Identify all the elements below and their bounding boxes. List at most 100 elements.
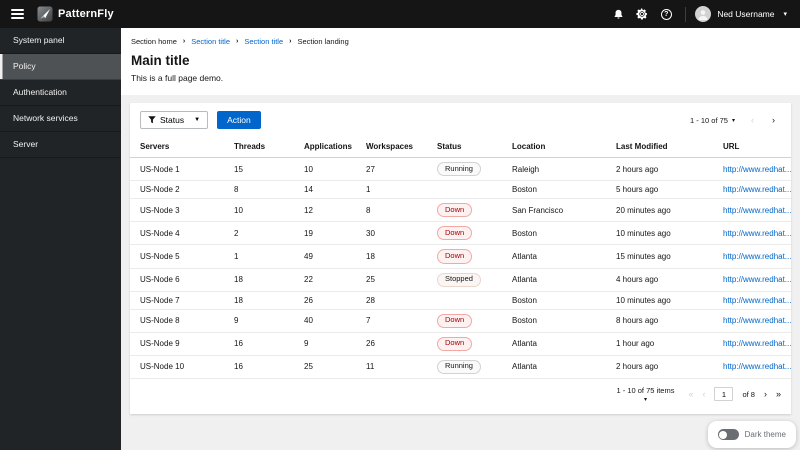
table-row: US-Node 2 8 14 1 Boston 5 hours ago http://www… [130, 180, 791, 200]
settings-gear-icon[interactable] [630, 0, 654, 28]
cell-server: US-Node 9 [130, 332, 224, 356]
cell-threads: 2 [224, 221, 294, 246]
pagination-next-button[interactable]: › [764, 389, 767, 399]
cell-url: http://www.redhat... [713, 268, 791, 292]
cell-applications: 25 [294, 355, 356, 380]
cell-server: US-Node 1 [130, 157, 224, 182]
cell-server: US-Node 3 [130, 198, 224, 223]
status-badge: Down [437, 203, 473, 218]
cell-applications: 22 [294, 268, 356, 292]
status-badge: Stopped [437, 272, 481, 287]
column-header-servers: Servers [130, 136, 224, 158]
url-link[interactable]: http://www.redhat... [723, 229, 791, 238]
breadcrumb-separator-icon: › [182, 38, 186, 45]
url-link[interactable]: http://www.redhat... [723, 206, 791, 215]
cell-workspaces: 27 [356, 157, 427, 182]
cell-status: Running [427, 157, 502, 182]
table-card: Status ▼ Action 1 - 10 of 75 ▾ ‹ › Serve… [130, 103, 791, 414]
sidebar-item-policy[interactable]: Policy [0, 54, 121, 80]
action-button[interactable]: Action [217, 111, 261, 129]
status-badge: Down [437, 313, 473, 328]
cell-location: Boston [502, 221, 606, 246]
cell-last-modified: 10 minutes ago [606, 221, 713, 246]
pagination-prev-button[interactable]: ‹ [702, 389, 705, 399]
page-subtitle: This is a full page demo. [131, 73, 224, 83]
cell-threads: 18 [224, 291, 294, 310]
table-row: US-Node 7 18 26 28 Boston 10 minutes ago http:… [130, 291, 791, 310]
theme-toggle-card: Dark theme [707, 421, 796, 448]
cell-location: Atlanta [502, 355, 606, 380]
cell-threads: 15 [224, 157, 294, 182]
bottom-pagination: 1 - 10 of 75 items ▾ « ‹ of 8 › » [617, 386, 782, 403]
notifications-bell-icon[interactable] [606, 0, 630, 28]
cell-applications: 10 [294, 157, 356, 182]
top-pagination-prev-button[interactable]: ‹ [751, 115, 754, 125]
sidebar-item-system-panel[interactable]: System panel [0, 28, 121, 54]
cell-location: Boston [502, 291, 606, 310]
url-link[interactable]: http://www.redhat... [723, 252, 791, 261]
sidebar-item-network-services[interactable]: Network services [0, 106, 121, 132]
cell-location: Atlanta [502, 332, 606, 356]
sidebar-item-authentication[interactable]: Authentication [0, 80, 121, 106]
pagination-first-button[interactable]: « [688, 389, 693, 399]
cell-threads: 18 [224, 268, 294, 292]
table-row: US-Node 10 16 25 11 Running Atlanta 2 hours ag… [130, 355, 791, 380]
cell-workspaces: 8 [356, 198, 427, 223]
url-link[interactable]: http://www.redhat... [723, 362, 791, 371]
column-header-applications: Applications [294, 136, 356, 158]
cell-server: US-Node 4 [130, 221, 224, 246]
dark-theme-toggle[interactable] [717, 429, 739, 440]
cell-server: US-Node 10 [130, 355, 224, 380]
cell-threads: 9 [224, 309, 294, 333]
cell-threads: 1 [224, 244, 294, 269]
cell-status [427, 291, 502, 310]
sidebar-item-server[interactable]: Server [0, 132, 121, 158]
top-pagination-next-button[interactable]: › [772, 115, 775, 125]
url-link[interactable]: http://www.redhat... [723, 185, 791, 194]
nav-toggle-icon[interactable] [11, 9, 24, 19]
cell-location: Boston [502, 180, 606, 200]
pagination-menu-caret-icon[interactable]: ▾ [732, 117, 735, 124]
url-link[interactable]: http://www.redhat... [723, 165, 791, 174]
cell-location: San Francisco [502, 198, 606, 223]
cell-applications: 49 [294, 244, 356, 269]
url-link[interactable]: http://www.redhat... [723, 316, 791, 325]
bottom-pagination-menu[interactable]: 1 - 10 of 75 items ▾ [617, 386, 675, 403]
column-header-last-modified: Last Modified [606, 136, 713, 158]
cell-url: http://www.redhat... [713, 198, 791, 223]
cell-workspaces: 7 [356, 309, 427, 333]
table-row: US-Node 1 15 10 27 Running Raleigh 2 hours ago… [130, 157, 791, 182]
url-link[interactable]: http://www.redhat... [723, 275, 791, 284]
page-title: Main title [131, 53, 190, 68]
main-content: Section home › Section title › Section title… [121, 0, 800, 422]
user-menu[interactable]: Ned Username ▾ [695, 6, 800, 22]
masthead: PatternFly ? Ned Username ▾ [0, 0, 800, 28]
cell-status: Down [427, 309, 502, 333]
help-icon[interactable]: ? [654, 0, 678, 28]
cell-threads: 10 [224, 198, 294, 223]
brand[interactable]: PatternFly [37, 6, 114, 22]
cell-status: Down [427, 244, 502, 269]
cell-url: http://www.redhat... [713, 221, 791, 246]
url-link[interactable]: http://www.redhat... [723, 296, 791, 305]
pagination-page-input[interactable] [714, 387, 734, 401]
url-link[interactable]: http://www.redhat... [723, 339, 791, 348]
cell-applications: 12 [294, 198, 356, 223]
pagination-of-label: of 8 [742, 389, 755, 399]
cell-status: Down [427, 332, 502, 356]
cell-server: US-Node 6 [130, 268, 224, 292]
breadcrumb-item[interactable]: Section title [191, 37, 230, 46]
page-body-section: Status ▼ Action 1 - 10 of 75 ▾ ‹ › Serve… [121, 95, 800, 422]
status-filter-dropdown[interactable]: Status ▼ [140, 111, 209, 129]
status-badge: Down [437, 249, 473, 264]
cell-url: http://www.redhat... [713, 180, 791, 200]
cell-last-modified: 8 hours ago [606, 309, 713, 333]
breadcrumb-separator-icon: › [289, 38, 292, 45]
breadcrumb: Section home › Section title › Section title… [131, 37, 784, 46]
pagination-last-button[interactable]: » [776, 389, 781, 399]
user-name: Ned Username [717, 9, 775, 19]
cell-workspaces: 25 [356, 268, 427, 292]
pagination-menu-caret-icon: ▾ [643, 397, 647, 403]
cell-server: US-Node 2 [130, 180, 224, 200]
breadcrumb-item[interactable]: Section title [244, 37, 283, 46]
